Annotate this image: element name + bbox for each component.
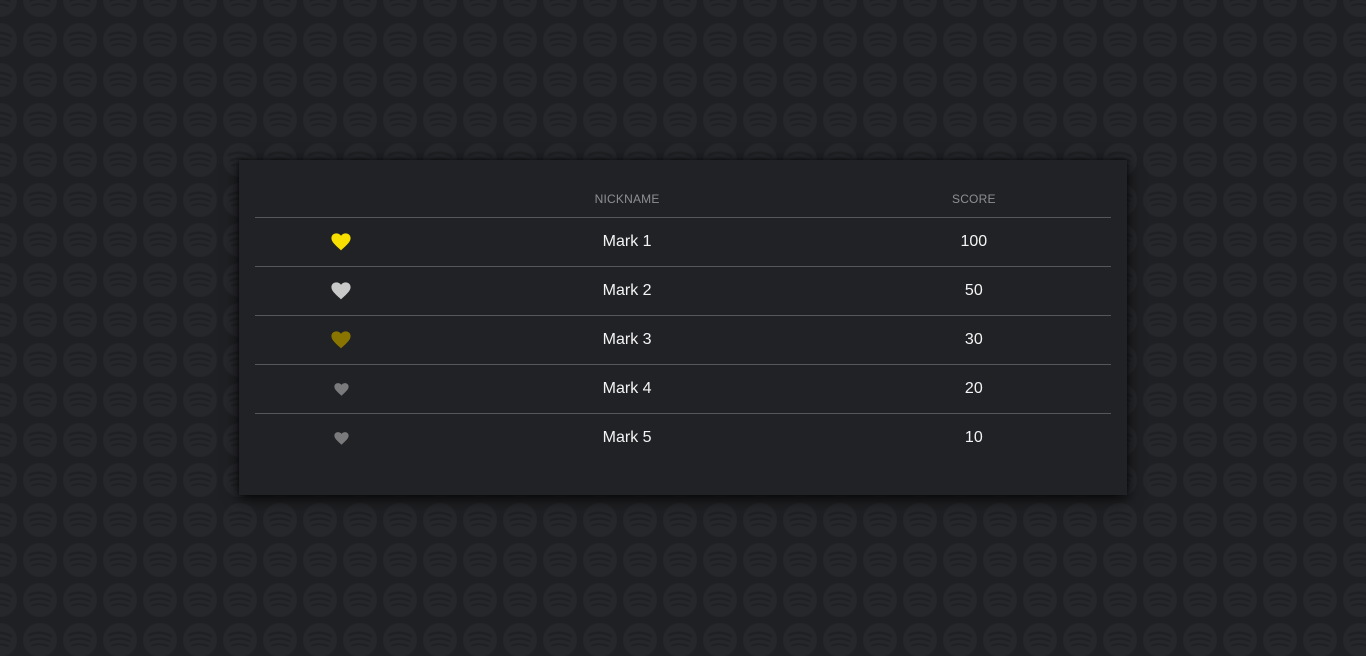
bronze-heart-icon bbox=[331, 331, 351, 349]
score-column-header: SCORE bbox=[951, 191, 996, 206]
score-cell: 30 bbox=[964, 331, 983, 348]
nickname-cell: Mark 3 bbox=[602, 331, 652, 348]
heart-icon bbox=[334, 382, 349, 396]
table-header: NICKNAME SCORE bbox=[255, 180, 1111, 218]
table-row: Mark 5 10 bbox=[255, 414, 1111, 462]
leaderboard-table: NICKNAME SCORE Mark 1 100 Mark 2 50 Mark… bbox=[255, 180, 1111, 462]
nickname-cell: Mark 4 bbox=[602, 380, 652, 397]
nickname-column-header: NICKNAME bbox=[594, 191, 660, 206]
gold-heart-icon bbox=[331, 233, 351, 251]
heart-icon bbox=[334, 431, 349, 445]
score-cell: 50 bbox=[964, 282, 983, 299]
nickname-cell: Mark 1 bbox=[602, 233, 652, 250]
score-cell: 10 bbox=[964, 429, 983, 446]
table-row: Mark 3 30 bbox=[255, 316, 1111, 365]
table-row: Mark 1 100 bbox=[255, 218, 1111, 267]
table-row: Mark 4 20 bbox=[255, 365, 1111, 414]
silver-heart-icon bbox=[331, 282, 351, 300]
score-cell: 100 bbox=[960, 233, 988, 250]
rank-cell bbox=[255, 331, 427, 349]
rank-cell bbox=[255, 233, 427, 251]
score-cell: 20 bbox=[964, 380, 983, 397]
nickname-cell: Mark 2 bbox=[602, 282, 652, 299]
rank-cell bbox=[255, 382, 427, 396]
table-body: Mark 1 100 Mark 2 50 Mark 3 30 Mark 4 20 bbox=[255, 218, 1111, 462]
nickname-cell: Mark 5 bbox=[602, 429, 652, 446]
table-row: Mark 2 50 bbox=[255, 267, 1111, 316]
leaderboard-card: NICKNAME SCORE Mark 1 100 Mark 2 50 Mark… bbox=[239, 160, 1127, 495]
rank-cell bbox=[255, 282, 427, 300]
rank-cell bbox=[255, 431, 427, 445]
